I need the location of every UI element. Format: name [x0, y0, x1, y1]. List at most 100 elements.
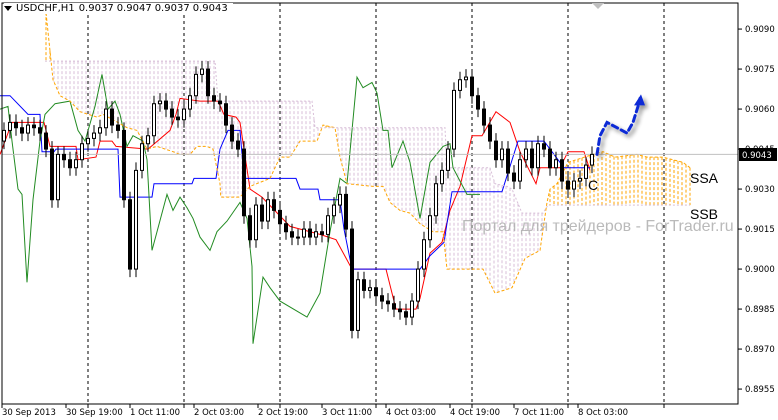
forecast-arrow: [595, 94, 645, 156]
chart-shift-marker[interactable]: [592, 3, 604, 9]
candle: [440, 162, 444, 192]
forecast-arrow-path: [595, 96, 642, 156]
bull-candle-body: [452, 89, 456, 150]
price-tick-label: 0.9015: [745, 225, 775, 235]
ssb-label: SSB: [690, 206, 718, 222]
bull-candle-body: [332, 204, 336, 217]
bear-candle-body: [308, 228, 312, 238]
price-tick-label: 0.9000: [745, 265, 775, 275]
candle: [530, 141, 534, 176]
time-tick-label: 30 Sep 19:00: [66, 408, 123, 418]
dropdown-triangle-icon[interactable]: [4, 6, 12, 11]
bear-candle-body: [374, 287, 378, 297]
price-tick-label: 0.9090: [745, 25, 775, 35]
bull-candle-body: [326, 215, 330, 235]
bull-candle-body: [194, 73, 198, 97]
price-tick-label: 0.9075: [745, 65, 775, 75]
bull-candle-body: [254, 204, 258, 241]
candle: [14, 114, 18, 136]
bull-candle-body: [572, 180, 576, 190]
bull-candle-body: [98, 127, 102, 134]
price-chart[interactable]: Портал для трейдеров - ForTrader.ru C SS…: [0, 0, 778, 420]
forecast-arrow-shape: [595, 94, 645, 156]
bear-candle-body: [482, 108, 486, 126]
candle: [236, 133, 240, 158]
bear-candle-body: [14, 121, 18, 129]
bull-candle-body: [56, 153, 60, 201]
time-tick-label: 1 Oct 11:00: [130, 408, 180, 418]
bull-candle-body: [314, 231, 318, 238]
candle: [356, 271, 360, 339]
wave-label-c: C: [588, 177, 598, 193]
bear-candle-body: [392, 303, 396, 310]
bull-candle-body: [2, 129, 6, 142]
candle: [518, 151, 522, 190]
bear-candle-body: [506, 148, 510, 174]
candle: [380, 287, 384, 310]
bear-candle-body: [218, 100, 222, 105]
candle: [572, 173, 576, 198]
bear-candle-body: [548, 148, 552, 169]
bear-candle-body: [68, 159, 72, 169]
bull-candle-body: [80, 143, 84, 161]
candle: [578, 170, 582, 190]
candle: [2, 122, 6, 150]
time-tick-label: 30 Sep 2013: [2, 408, 56, 418]
open-value: 0.9037: [78, 3, 114, 14]
candle: [272, 191, 276, 219]
time-tick-label: 4 Oct 19:00: [450, 408, 500, 418]
price-axis: 0.90900.90750.90600.90450.90300.90150.90…: [738, 25, 775, 395]
candle: [446, 141, 450, 179]
candle: [212, 87, 216, 110]
low-value: 0.9037: [154, 3, 190, 14]
candle: [398, 301, 402, 320]
candle: [470, 69, 474, 104]
candle: [548, 141, 552, 176]
candle: [458, 71, 462, 99]
bear-candle-body: [206, 68, 210, 97]
price-tick-label: 0.8955: [745, 385, 775, 395]
time-tick-label: 2 Oct 19:00: [258, 408, 308, 418]
chart-header: USDCHF,H1 0.9037 0.9047 0.9037 0.9043: [4, 3, 233, 14]
bear-candle-body: [260, 204, 264, 222]
price-tick-label: 0.9030: [745, 185, 775, 195]
bull-candle-body: [26, 124, 30, 134]
bear-candle-body: [488, 124, 492, 142]
candle: [344, 186, 348, 238]
candle: [116, 117, 120, 139]
price-tick-label: 0.9060: [745, 105, 775, 115]
price-tick-label: 0.8985: [745, 305, 775, 315]
bear-candle-body: [212, 95, 216, 102]
candle: [230, 117, 234, 150]
candle: [464, 69, 468, 88]
bull-candle-body: [578, 177, 582, 182]
bull-candle-body: [554, 159, 558, 169]
bear-candle-body: [176, 116, 180, 121]
bear-candle-body: [164, 100, 168, 110]
bear-candle-body: [320, 231, 324, 235]
bear-candle-body: [122, 129, 126, 201]
candle: [374, 279, 378, 304]
bear-candle-body: [290, 231, 294, 238]
bull-candle-body: [410, 300, 414, 318]
candle: [260, 197, 264, 230]
bear-candle-body: [236, 140, 240, 150]
candle: [320, 223, 324, 243]
candle: [164, 93, 168, 118]
candle: [422, 231, 426, 278]
candle: [362, 271, 366, 299]
bear-candle-body: [278, 209, 282, 225]
bull-candle-body: [74, 159, 78, 169]
candle: [488, 117, 492, 150]
ssa-label: SSA: [690, 170, 719, 186]
bear-candle-body: [44, 132, 48, 150]
bull-candle-body: [422, 239, 426, 270]
candle: [254, 197, 258, 248]
bull-candle-body: [428, 215, 432, 241]
candle: [524, 141, 528, 168]
candle: [98, 119, 102, 142]
time-axis: 30 Sep 2013 30 Sep 19:00 1 Oct 11:00 2 Oct …: [1, 404, 665, 418]
bear-candle-body: [560, 159, 564, 182]
candle: [200, 61, 204, 83]
candle: [302, 221, 306, 246]
